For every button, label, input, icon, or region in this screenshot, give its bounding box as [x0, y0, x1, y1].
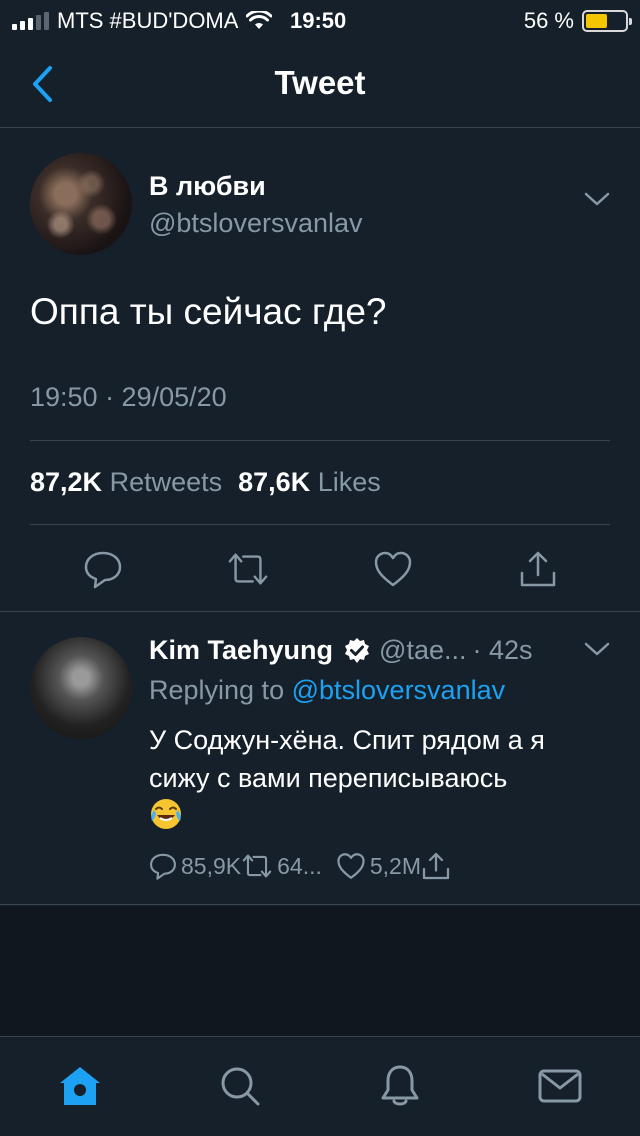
retweets-stat[interactable]: 87,2K Retweets: [30, 467, 224, 498]
reply-reply-button[interactable]: 85,9K: [149, 852, 241, 880]
replying-label: Replying to: [149, 675, 285, 705]
like-button[interactable]: [371, 547, 415, 591]
reply-author-handle[interactable]: @tae...: [379, 635, 466, 666]
reply-button[interactable]: [81, 547, 125, 591]
divider: [30, 524, 610, 525]
main-tweet: В любви @btsloversvanlav Оппа ты сейчас …: [0, 129, 640, 612]
reply-header: Kim Taehyung @tae... · 42s: [149, 635, 610, 666]
heart-icon: [337, 853, 365, 879]
share-icon: [422, 852, 450, 880]
reply-share-button[interactable]: [421, 851, 451, 881]
likes-label: Likes: [317, 467, 381, 497]
retweet-icon: [228, 553, 268, 585]
search-icon: [221, 1067, 260, 1106]
likes-count: 87,6K: [238, 467, 311, 497]
reply-icon: [150, 853, 176, 880]
tab-home[interactable]: [55, 1061, 105, 1111]
tweet-text: Оппа ты сейчас где?: [30, 291, 387, 332]
reply-tweet[interactable]: Kim Taehyung @tae... · 42s Replying to @…: [0, 613, 640, 905]
face-with-tears-of-joy-icon: [151, 799, 181, 829]
mail-icon: [538, 1069, 582, 1103]
reply-count: 85,9K: [181, 852, 242, 879]
chevron-down-icon: [584, 642, 610, 656]
retweets-count: 87,2K: [30, 467, 103, 497]
nav-bar: Tweet: [0, 40, 640, 128]
tweet-timestamp: 19:50 · 29/05/20: [30, 382, 227, 412]
share-icon: [520, 551, 556, 587]
share-button[interactable]: [516, 547, 560, 591]
reply-like-button[interactable]: 5,2M: [336, 852, 421, 880]
tweet-actions: [0, 541, 640, 597]
battery-percent: 56 %: [523, 8, 574, 33]
divider: [30, 440, 610, 441]
tab-bar: [0, 1036, 640, 1136]
likes-stat[interactable]: 87,6K Likes: [238, 467, 383, 498]
tab-search[interactable]: [215, 1061, 265, 1111]
bell-icon: [381, 1065, 419, 1106]
retweet-count: 64...: [277, 852, 322, 879]
carrier-name: MTS #BUD'DOMA: [57, 8, 239, 33]
empty-timeline-area: [0, 906, 640, 1036]
verified-badge-icon: [343, 637, 371, 665]
tweet-screen: MTS #BUD'DOMA 19:50 56 % Tweet В любви @…: [0, 0, 640, 1136]
author-handle[interactable]: @btsloversvanlav: [149, 208, 363, 239]
reply-icon: [84, 551, 122, 589]
retweet-icon: [242, 854, 272, 878]
reply-actions: 85,9K 64... 5,2M: [149, 851, 451, 881]
reply-author-avatar[interactable]: [30, 637, 132, 739]
retweet-button[interactable]: [226, 547, 270, 591]
tab-notifications[interactable]: [375, 1061, 425, 1111]
tweet-menu-button[interactable]: [584, 191, 610, 212]
signal-strength-icon: [12, 12, 49, 30]
retweets-label: Retweets: [109, 467, 223, 497]
page-title: Tweet: [274, 64, 366, 101]
replying-mention-link[interactable]: @btsloversvanlav: [292, 675, 506, 705]
like-count: 5,2M: [369, 852, 422, 879]
reply-text: У Соджун-хёна. Спит рядом а я сижу с вам…: [149, 725, 545, 793]
author-avatar[interactable]: [30, 153, 132, 255]
reply-time: · 42s: [472, 635, 533, 665]
reply-author-name[interactable]: Kim Taehyung: [149, 635, 333, 666]
battery-icon: [582, 10, 632, 32]
replying-to: Replying to @btsloversvanlav: [149, 675, 505, 706]
home-icon: [60, 1067, 100, 1105]
heart-icon: [374, 551, 412, 587]
reply-retweet-button[interactable]: 64...: [241, 852, 322, 880]
author-name[interactable]: В любви: [149, 171, 266, 202]
reply-menu-button[interactable]: [584, 641, 610, 662]
tab-messages[interactable]: [535, 1061, 585, 1111]
status-time: 19:50: [290, 8, 347, 33]
chevron-down-icon: [584, 192, 610, 206]
reply-text-block: У Соджун-хёна. Спит рядом а я сижу с вам…: [149, 721, 609, 835]
status-bar: MTS #BUD'DOMA 19:50 56 %: [0, 0, 640, 40]
wifi-icon: [246, 11, 273, 29]
tweet-stats: 87,2K Retweets 87,6K Likes: [30, 467, 383, 498]
